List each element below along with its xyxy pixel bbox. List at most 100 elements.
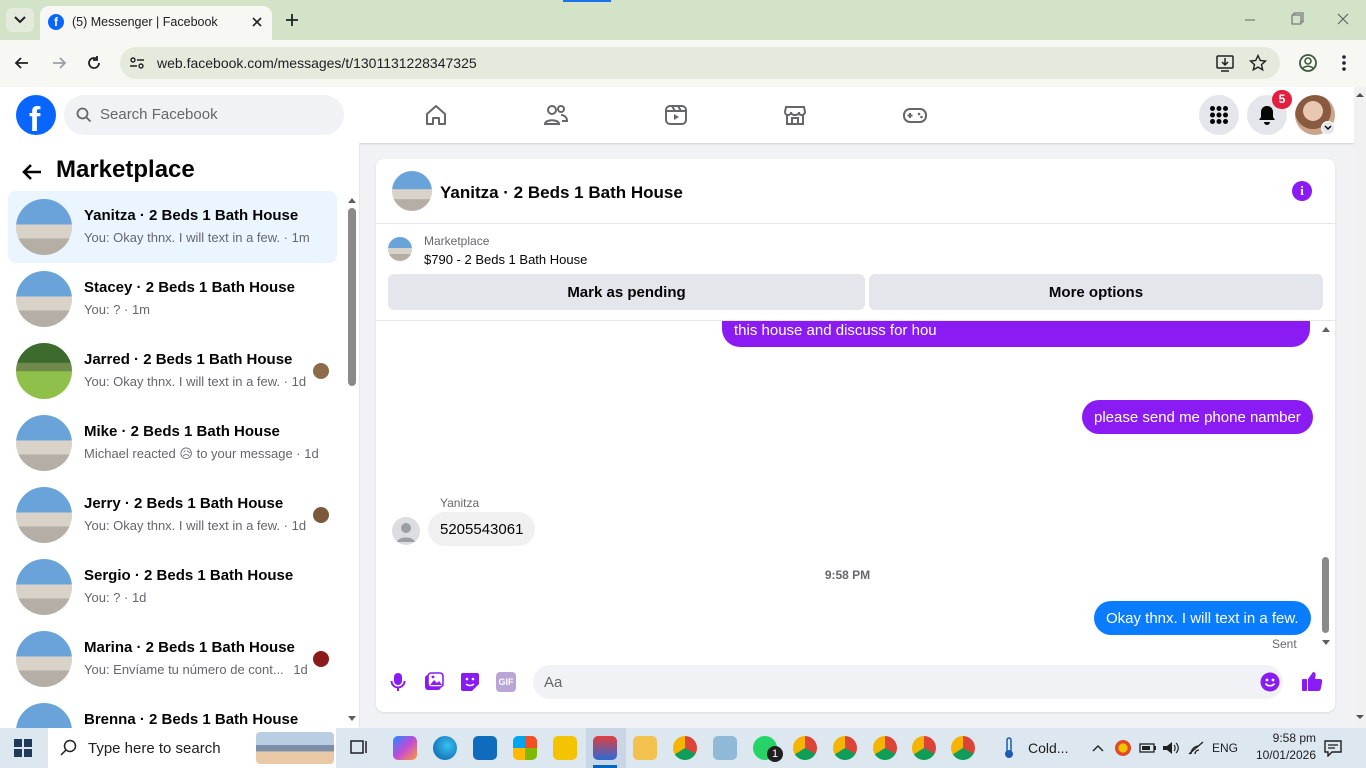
- chrome-icon[interactable]: [673, 736, 697, 760]
- clock-date[interactable]: 10/01/2026: [1242, 748, 1316, 762]
- tab-search-button[interactable]: [6, 8, 34, 32]
- edge-icon[interactable]: [433, 736, 457, 760]
- back-arrow-icon[interactable]: [21, 162, 43, 182]
- windows-start-icon[interactable]: [14, 739, 32, 757]
- outgoing-message[interactable]: this house and discuss for hou: [722, 321, 1310, 347]
- back-arrow-icon[interactable]: [12, 53, 32, 73]
- marketplace-icon[interactable]: [783, 103, 807, 127]
- conversation-name: Jerry · 2 Beds 1 Bath House: [84, 495, 284, 512]
- scroll-up-icon[interactable]: [347, 196, 357, 206]
- outgoing-message[interactable]: please send me phone namber: [1082, 400, 1313, 434]
- snippet-text: to your message · 1d: [196, 446, 319, 461]
- site-info-icon[interactable]: [129, 55, 145, 71]
- message-input[interactable]: Aa: [533, 665, 1283, 699]
- scroll-down-icon[interactable]: [1354, 712, 1366, 722]
- battery-icon[interactable]: [1139, 742, 1157, 754]
- account-chevron-icon[interactable]: [1321, 121, 1335, 135]
- address-bar[interactable]: web.facebook.com/messages/t/130113122834…: [120, 47, 1280, 79]
- conversation-snippet: You: Okay thnx. I will text in a few. · …: [84, 230, 310, 245]
- browser-menu-icon[interactable]: [1334, 53, 1354, 73]
- conversation-name: Brenna · 2 Beds 1 Bath House: [84, 711, 299, 728]
- page-scrollbar[interactable]: [1354, 87, 1366, 728]
- emoji-icon[interactable]: [1260, 672, 1280, 692]
- volume-icon[interactable]: [1162, 740, 1180, 756]
- listing-thumbnail[interactable]: [388, 237, 412, 261]
- taskbar-search-box[interactable]: Type here to search: [48, 728, 336, 768]
- browser-tab[interactable]: f (5) Messenger | Facebook: [40, 6, 272, 40]
- conversation-item[interactable]: Brenna · 2 Beds 1 Bath House: [8, 695, 337, 728]
- snippet-text: Michael reacted: [84, 446, 176, 461]
- chrome-profile-icon[interactable]: [951, 736, 975, 760]
- search-icon: [76, 107, 92, 123]
- scroll-down-icon[interactable]: [1321, 637, 1331, 647]
- restore-icon[interactable]: [1287, 12, 1307, 28]
- listing-thumbnail: [16, 487, 72, 543]
- minimize-icon[interactable]: [1240, 12, 1260, 28]
- chat-title[interactable]: Yanitza · 2 Beds 1 Bath House: [440, 183, 683, 203]
- copilot-icon[interactable]: [393, 736, 417, 760]
- chrome-profile-icon[interactable]: [873, 736, 897, 760]
- clock-time[interactable]: 9:58 pm: [1242, 731, 1316, 745]
- scroll-up-icon[interactable]: [1354, 90, 1366, 100]
- sticky-notes-icon[interactable]: [553, 736, 577, 760]
- conversation-item[interactable]: Marina · 2 Beds 1 Bath House You: Envíam…: [8, 623, 337, 695]
- thumbs-up-icon[interactable]: [1301, 670, 1323, 692]
- search-highlight-image[interactable]: [256, 732, 334, 764]
- gaming-icon[interactable]: [902, 103, 928, 127]
- outlook-icon[interactable]: [473, 736, 497, 760]
- gif-icon[interactable]: GIF: [496, 672, 516, 692]
- conversation-item[interactable]: Stacey · 2 Beds 1 Bath House You: ? · 1m: [8, 263, 337, 335]
- conversation-item[interactable]: Mike · 2 Beds 1 Bath House Michael react…: [8, 407, 337, 479]
- sender-avatar[interactable]: [392, 517, 420, 545]
- menu-grid-button[interactable]: [1199, 95, 1239, 135]
- conversation-item[interactable]: Jerry · 2 Beds 1 Bath House You: Okay th…: [8, 479, 337, 551]
- tray-app-icon[interactable]: [1115, 740, 1131, 756]
- facebook-logo-icon[interactable]: f: [16, 95, 56, 135]
- photo-icon[interactable]: [424, 672, 444, 692]
- listing-title[interactable]: $790 - 2 Beds 1 Bath House: [424, 252, 587, 267]
- microphone-icon[interactable]: [390, 672, 406, 692]
- incoming-message[interactable]: 5205543061: [428, 512, 536, 546]
- home-icon[interactable]: [424, 103, 448, 127]
- weather-text[interactable]: Cold...: [1028, 740, 1068, 756]
- chrome-profile-icon[interactable]: [833, 736, 857, 760]
- more-options-button[interactable]: More options: [869, 274, 1323, 310]
- network-icon[interactable]: [1187, 740, 1205, 756]
- thermometer-icon[interactable]: [1001, 737, 1017, 759]
- system-tray-chevron-icon[interactable]: [1091, 742, 1105, 754]
- notification-center-icon[interactable]: [1324, 739, 1342, 757]
- tab-close-icon[interactable]: [248, 13, 266, 31]
- svg-text:f: f: [29, 101, 41, 135]
- chat-avatar[interactable]: [392, 171, 432, 211]
- microsoft-store-icon[interactable]: [513, 736, 537, 760]
- window-close-icon[interactable]: [1333, 12, 1353, 28]
- scroll-up-icon[interactable]: [1321, 325, 1331, 335]
- outgoing-message[interactable]: Okay thnx. I will text in a few.: [1094, 601, 1311, 635]
- install-app-icon[interactable]: [1216, 54, 1234, 72]
- conversation-snippet: You: Envíame tu número de cont... 1d: [84, 662, 308, 677]
- scroll-down-icon[interactable]: [347, 713, 357, 723]
- snipping-tool-icon[interactable]: [593, 736, 617, 760]
- chrome-profile-icon[interactable]: [912, 736, 936, 760]
- facebook-search-box[interactable]: Search Facebook: [64, 95, 344, 135]
- conversation-item[interactable]: Sergio · 2 Beds 1 Bath House You: ? · 1d: [8, 551, 337, 623]
- sticker-icon[interactable]: [460, 672, 480, 692]
- reload-icon[interactable]: [84, 53, 104, 73]
- file-explorer-icon[interactable]: [633, 736, 657, 760]
- forward-arrow-icon[interactable]: [49, 53, 69, 73]
- info-icon[interactable]: i: [1292, 181, 1312, 201]
- bookmark-star-icon[interactable]: [1249, 54, 1267, 72]
- language-indicator[interactable]: ENG: [1212, 741, 1238, 755]
- sidebar-scrollbar-thumb[interactable]: [348, 208, 356, 386]
- mark-as-pending-button[interactable]: Mark as pending: [388, 274, 865, 310]
- chrome-profile-icon[interactable]: [793, 736, 817, 760]
- thread-scrollbar-thumb[interactable]: [1322, 557, 1329, 633]
- video-icon[interactable]: [664, 103, 688, 127]
- friends-icon[interactable]: [543, 103, 569, 127]
- new-tab-plus-icon[interactable]: [282, 10, 302, 30]
- conversation-item[interactable]: Yanitza · 2 Beds 1 Bath House You: Okay …: [8, 191, 337, 263]
- notepad-icon[interactable]: [713, 736, 737, 760]
- profile-icon[interactable]: [1298, 53, 1318, 73]
- task-view-icon[interactable]: [350, 739, 368, 757]
- conversation-item[interactable]: Jarred · 2 Beds 1 Bath House You: Okay t…: [8, 335, 337, 407]
